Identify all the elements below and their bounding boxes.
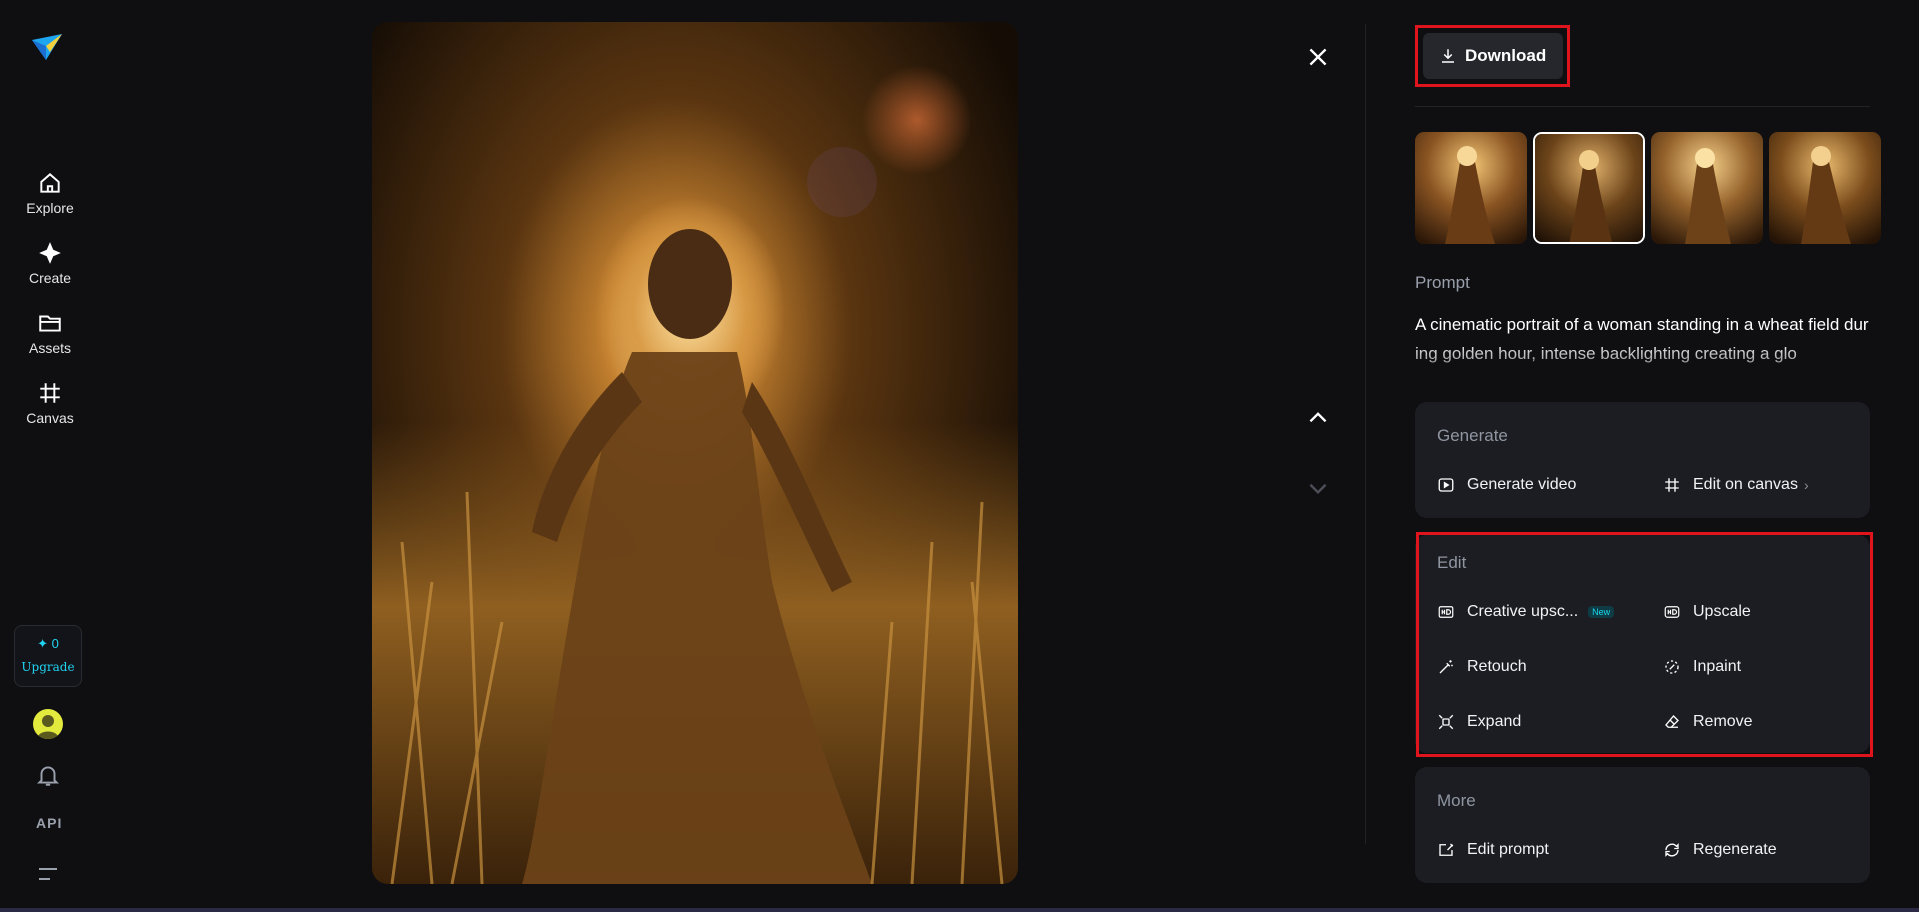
generate-video-button[interactable]: Generate video — [1437, 476, 1576, 494]
chevron-up-icon[interactable] — [1305, 404, 1331, 430]
prompt-label: Prompt — [1415, 273, 1470, 292]
wheat-field-portrait-image — [372, 22, 1018, 884]
folder-icon — [39, 315, 61, 332]
thumbnail[interactable] — [1415, 132, 1527, 244]
canvas-grid-icon — [40, 383, 60, 403]
bottom-bar — [0, 908, 1919, 912]
edit-prompt-label: Edit prompt — [1467, 841, 1549, 858]
more-card: More Edit prompt Regenerate — [1415, 767, 1870, 883]
avatar[interactable] — [33, 709, 63, 739]
sidebar-item-explore[interactable]: Explore — [0, 170, 100, 218]
details-panel: Download Prompt A cinematic portrait of — [1415, 0, 1881, 912]
generate-title: Generate — [1437, 426, 1508, 445]
api-link[interactable]: API — [36, 815, 62, 831]
credits-count: ✦ 0 — [37, 636, 59, 651]
chevron-down-icon[interactable] — [1305, 475, 1331, 501]
thumbnail[interactable] — [1651, 132, 1763, 244]
generate-video-label: Generate video — [1467, 476, 1577, 493]
sidebar-item-label: Create — [28, 270, 72, 286]
panel-divider — [1365, 24, 1366, 844]
edit-on-canvas-label: Edit on canvas — [1693, 476, 1798, 493]
regenerate-label: Regenerate — [1693, 841, 1777, 858]
app-root: Explore Create Assets Canvas ✦ 0 Upgrade… — [0, 0, 1919, 912]
sidebar: Explore Create Assets Canvas ✦ 0 Upgrade… — [0, 0, 100, 912]
edit-prompt-icon — [1439, 843, 1454, 856]
thumbnail-selected[interactable] — [1533, 132, 1645, 244]
upgrade-button[interactable]: ✦ 0 Upgrade — [14, 625, 82, 687]
sparkle-icon — [39, 242, 61, 264]
download-button[interactable]: Download — [1423, 33, 1563, 79]
sidebar-item-canvas[interactable]: Canvas — [0, 380, 100, 428]
edit-on-canvas-button[interactable]: Edit on canvas › — [1663, 476, 1809, 494]
download-highlight: Download — [1415, 25, 1570, 87]
close-icon[interactable] — [1305, 44, 1331, 70]
play-video-icon — [1438, 478, 1454, 492]
variation-thumbnails — [1415, 132, 1882, 244]
canvas-grid-icon — [1665, 478, 1679, 492]
edit-highlight — [1416, 532, 1873, 757]
regenerate-button[interactable]: Regenerate — [1663, 841, 1777, 859]
edit-prompt-button[interactable]: Edit prompt — [1437, 841, 1549, 859]
sidebar-item-create[interactable]: Create — [0, 240, 100, 288]
generate-card: Generate Generate video Edit on canvas › — [1415, 402, 1870, 518]
main-image — [372, 22, 1018, 884]
more-title: More — [1437, 791, 1476, 810]
download-label: Download — [1465, 46, 1547, 65]
sidebar-item-assets[interactable]: Assets — [0, 310, 100, 358]
thumbnail[interactable] — [1769, 132, 1881, 244]
regenerate-icon — [1665, 843, 1679, 857]
upgrade-label: Upgrade — [21, 660, 75, 674]
sidebar-item-label: Explore — [26, 200, 74, 216]
logo-icon[interactable] — [30, 30, 64, 64]
download-icon — [1442, 49, 1454, 63]
divider — [1415, 106, 1870, 107]
bell-icon[interactable] — [35, 762, 61, 788]
home-icon — [40, 173, 60, 193]
sidebar-item-label: Canvas — [26, 410, 74, 426]
sidebar-item-label: Assets — [28, 340, 71, 356]
menu-icon[interactable] — [38, 866, 58, 882]
prompt-fade — [1415, 340, 1870, 370]
chevron-right-icon: › — [1803, 477, 1809, 493]
